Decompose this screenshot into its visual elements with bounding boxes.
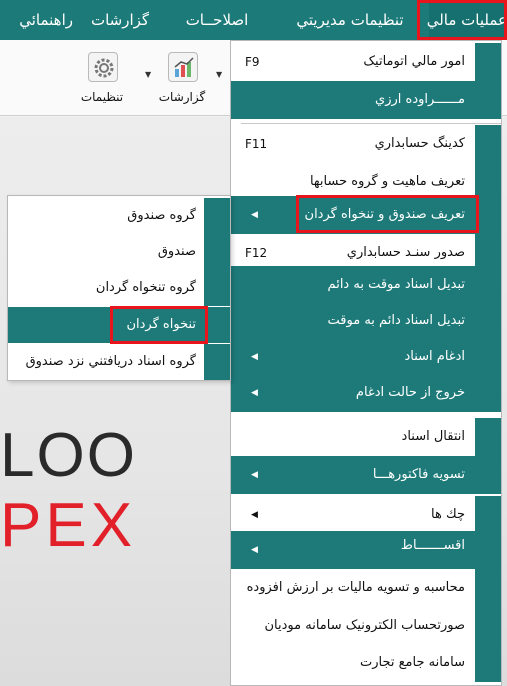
submenu-item-petty-cash[interactable]: تنخواه گردان [8, 307, 230, 343]
menu-corrections[interactable]: اصلاحــات [174, 0, 260, 40]
submenu-arrow-icon: ◀ [251, 210, 258, 220]
submenu-item-petty-cash-group[interactable]: گروه تنخواه گردان [8, 270, 230, 306]
menu-item-label: ادغام اسناد [404, 349, 465, 364]
menu-item-exit-merge[interactable]: خروج از حالت ادغام ◀ [231, 374, 501, 412]
menu-item-label: اقســـــــاط [400, 538, 465, 553]
menu-item-label: امور مالي اتوماتيک [363, 54, 465, 69]
submenu-arrow-icon: ◀ [251, 388, 258, 398]
submenu-item-received-docs-group[interactable]: گروه اسناد دريافتني نزد صندوق [8, 344, 230, 380]
menu-item-accounting-coding[interactable]: کدينگ حسابداري F11 [231, 125, 501, 163]
submenu-arrow-icon: ◀ [251, 470, 258, 480]
submenu-item-cash-group[interactable]: گروه صندوق [8, 198, 230, 234]
menu-item-transfer-vouchers[interactable]: انتقال اسناد [231, 418, 501, 456]
menu-separator [241, 123, 501, 124]
menu-item-cheques[interactable]: چك ها ◀ [231, 496, 501, 534]
menu-item-permanent-to-temp[interactable]: تبديل اسناد دائم به موقت [231, 302, 501, 340]
menu-bar: عمليات مالي تنظيمات مديريتي اصلاحــات گز… [0, 0, 507, 40]
menu-item-trade-system[interactable]: سامانه جامع تجارت [231, 644, 501, 682]
menu-item-currency-exchange[interactable]: مــــــراوده ارزي [231, 81, 501, 119]
submenu-item-label: تنخواه گردان [126, 317, 196, 332]
reports-button-label: گزارشات [158, 90, 206, 104]
menu-item-label: سامانه جامع تجارت [360, 655, 465, 670]
brand-logo-line1: LOO [0, 421, 137, 490]
menu-item-installments[interactable]: اقســـــــاط ◀ [231, 531, 501, 569]
settings-button-label: تنظيمات [80, 90, 124, 104]
menu-financial-operations[interactable]: عمليات مالي [427, 0, 507, 40]
submenu-item-label: گروه اسناد دريافتني نزد صندوق [25, 354, 196, 369]
submenu-arrow-icon: ◀ [251, 510, 258, 520]
settings-button[interactable]: تنظيمات [72, 48, 132, 110]
menu-item-settle-invoices[interactable]: تسويه فاکتورهـــا ◀ [231, 456, 501, 494]
brand-logo-line2: PEX [0, 491, 137, 560]
menu-item-label: چك ها [431, 507, 465, 522]
menu-item-e-invoice[interactable]: صورتحساب الکترونيک سامانه موديان [231, 607, 501, 645]
reports-dropdown-arrow[interactable]: ▼ [216, 70, 222, 79]
submenu-item-label: گروه صندوق [127, 208, 196, 223]
menu-item-label: مــــــراوده ارزي [375, 92, 465, 107]
menu-item-label: خروج از حالت ادغام [355, 385, 465, 400]
submenu-item-label: گروه تنخواه گردان [95, 280, 196, 295]
reports-button[interactable]: گزارشات [152, 48, 212, 110]
settings-dropdown-arrow[interactable]: ▼ [145, 70, 151, 79]
menu-item-label: تسويه فاکتورهـــا [372, 467, 465, 482]
menu-item-label: کدينگ حسابداري [374, 136, 465, 151]
menu-item-merge-vouchers[interactable]: ادغام اسناد ◀ [231, 338, 501, 376]
menu-help[interactable]: راهنمائي [0, 0, 73, 40]
menu-item-label: تبديل اسناد دائم به موقت [327, 313, 465, 328]
submenu-arrow-icon: ◀ [251, 352, 258, 362]
menu-item-label: انتقال اسناد [401, 429, 465, 444]
financial-operations-menu: امور مالي اتوماتيک F9 مــــــراوده ارزي … [230, 40, 502, 686]
submenu-arrow-icon: ◀ [251, 545, 258, 555]
menu-item-vat-settlement[interactable]: محاسبه و تسويه ماليات بر ارزش افزوده [231, 569, 501, 607]
menu-item-temp-to-permanent[interactable]: تبديل اسناد موقت به دائم [231, 266, 501, 304]
menu-item-auto-finance[interactable]: امور مالي اتوماتيک F9 [231, 43, 501, 81]
menu-reports[interactable]: گزارشات [85, 0, 155, 40]
gear-icon [88, 52, 118, 82]
shortcut-label: F9 [245, 55, 260, 69]
shortcut-label: F11 [245, 137, 268, 151]
menu-item-label: تبديل اسناد موقت به دائم [327, 277, 465, 292]
cash-petty-submenu: گروه صندوق صندوق گروه تنخواه گردان تنخوا… [7, 195, 231, 381]
menu-item-label: صورتحساب الکترونيک سامانه موديان [264, 618, 466, 633]
submenu-item-cash[interactable]: صندوق [8, 234, 230, 270]
menu-item-label: تعريف صندوق و تنخواه گردان [304, 207, 465, 222]
chart-icon [168, 52, 198, 82]
menu-admin-settings[interactable]: تنظيمات مديريتي [283, 0, 417, 40]
menu-item-define-cash-petty[interactable]: تعريف صندوق و تنخواه گردان ◀ [231, 196, 501, 234]
menu-item-label: محاسبه و تسويه ماليات بر ارزش افزوده [246, 580, 465, 595]
submenu-item-label: صندوق [157, 244, 196, 259]
